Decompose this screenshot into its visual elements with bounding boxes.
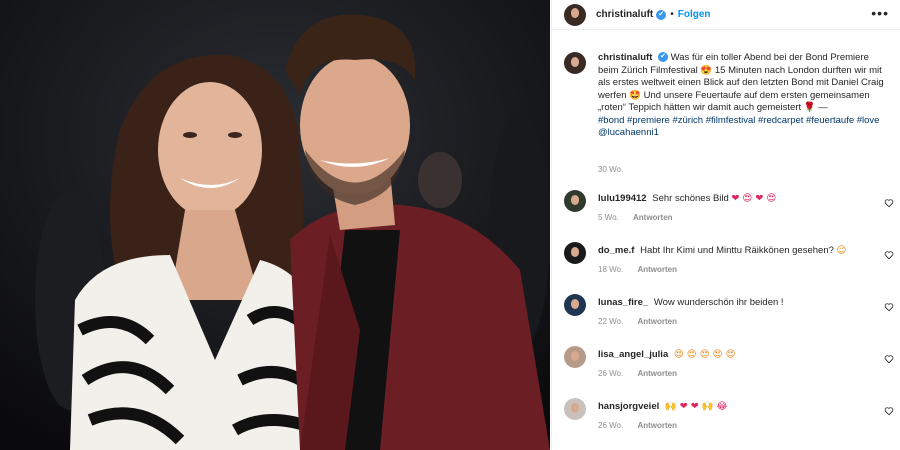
comment-emoji: ❤ 😍 ❤ 😍 — [731, 193, 777, 204]
caption-avatar[interactable] — [564, 52, 586, 74]
comment-age: 22 Wo. — [598, 317, 624, 326]
comment-meta: 26 Wo. Antworten — [598, 369, 677, 378]
comment-line: hansjorgveiel 🙌 ❤ ❤ 🙌 😂 — [598, 401, 728, 412]
comment-item: lunas_fire_ Wow wunderschön ihr beiden !… — [564, 294, 894, 334]
verified-badge-icon: ✔ — [658, 52, 669, 63]
follow-button[interactable]: Folgen — [678, 9, 711, 20]
comment-line: lisa_angel_julia 😍 😍 😍 😍 😍 — [598, 349, 735, 360]
comment-text: Wow wunderschön ihr beiden ! — [653, 297, 784, 308]
commenter-avatar[interactable] — [564, 242, 586, 264]
post-photo[interactable] — [0, 0, 550, 450]
comment-item: do_me.f Habt Ihr Kimi und Minttu Räikkön… — [564, 242, 894, 282]
comment-emoji: 🙌 ❤ ❤ 🙌 😂 — [664, 401, 728, 412]
reply-button[interactable]: Antworten — [637, 369, 677, 378]
commenter-avatar[interactable] — [564, 190, 586, 212]
reply-button[interactable]: Antworten — [637, 421, 677, 430]
comment-age: 26 Wo. — [598, 421, 624, 430]
comment-meta: 18 Wo. Antworten — [598, 265, 677, 274]
comment-line: lunas_fire_ Wow wunderschön ihr beiden ! — [598, 297, 784, 308]
comment-age: 5 Wo. — [598, 213, 619, 222]
author-username[interactable]: christinaluft — [596, 9, 653, 20]
caption-hashtags[interactable]: #bond #premiere #zürich #filmfestival #r… — [598, 115, 879, 139]
comment-line: do_me.f Habt Ihr Kimi und Minttu Räikkön… — [598, 245, 846, 256]
commenter-username[interactable]: lulu199412 — [598, 193, 647, 204]
comment-emoji: 😍 😍 😍 😍 😍 — [673, 349, 736, 360]
post-caption: christinaluft ✔ Was für ein toller Abend… — [564, 52, 894, 140]
comment-age: 18 Wo. — [598, 265, 624, 274]
heart-outline-icon[interactable] — [884, 198, 894, 208]
reply-button[interactable]: Antworten — [633, 213, 673, 222]
heart-outline-icon[interactable] — [884, 250, 894, 260]
comment-age: 26 Wo. — [598, 369, 624, 378]
commenter-username[interactable]: lunas_fire_ — [598, 297, 648, 308]
commenter-username[interactable]: hansjorgveiel — [598, 401, 659, 412]
author-avatar[interactable] — [564, 3, 586, 26]
comment-text: Habt Ihr Kimi und Minttu Räikkönen geseh… — [640, 245, 834, 256]
caption-username[interactable]: christinaluft — [598, 52, 652, 63]
heart-outline-icon[interactable] — [884, 302, 894, 312]
commenter-username[interactable]: lisa_angel_julia — [598, 349, 668, 360]
comment-item: lisa_angel_julia 😍 😍 😍 😍 😍 26 Wo. Antwor… — [564, 346, 894, 386]
commenter-username[interactable]: do_me.f — [598, 245, 634, 256]
reply-button[interactable]: Antworten — [637, 265, 677, 274]
post-header: christinaluft ✔ • Folgen ••• — [552, 0, 900, 30]
comment-emoji: 😉 — [836, 245, 847, 256]
commenter-avatar[interactable] — [564, 346, 586, 368]
commenter-avatar[interactable] — [564, 294, 586, 316]
comment-line: lulu199412 Sehr schönes Bild ❤ 😍 ❤ 😍 — [598, 193, 776, 204]
couple-photo-illustration — [0, 0, 550, 450]
comment-meta: 5 Wo. Antworten — [598, 213, 673, 222]
more-options-icon[interactable]: ••• — [871, 6, 889, 20]
comment-item: hansjorgveiel 🙌 ❤ ❤ 🙌 😂 26 Wo. Antworten — [564, 398, 894, 438]
heart-outline-icon[interactable] — [884, 354, 894, 364]
separator-dot: • — [670, 9, 674, 20]
comment-text: Sehr schönes Bild — [652, 193, 729, 204]
caption-text-block: christinaluft ✔ Was für ein toller Abend… — [598, 52, 888, 140]
heart-outline-icon[interactable] — [884, 406, 894, 416]
reply-button[interactable]: Antworten — [637, 317, 677, 326]
post-age: 30 Wo. — [598, 165, 624, 174]
comment-meta: 26 Wo. Antworten — [598, 421, 677, 430]
comment-meta: 22 Wo. Antworten — [598, 317, 677, 326]
post-sidebar: christinaluft ✔ • Folgen ••• christinalu… — [551, 0, 900, 450]
commenter-avatar[interactable] — [564, 398, 586, 420]
comment-item: lulu199412 Sehr schönes Bild ❤ 😍 ❤ 😍 5 W… — [564, 190, 894, 230]
verified-badge-icon: ✔ — [656, 9, 667, 20]
